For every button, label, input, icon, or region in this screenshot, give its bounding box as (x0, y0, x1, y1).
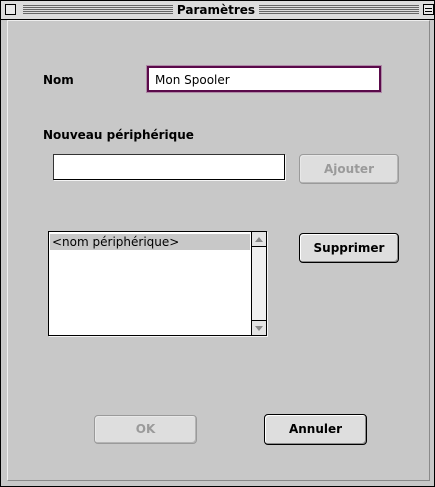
new-device-label: Nouveau périphérique (43, 128, 194, 142)
list-item[interactable]: <nom périphérique> (50, 234, 250, 250)
title-bar-stripes-left (23, 5, 173, 14)
add-button[interactable]: Ajouter (299, 154, 399, 184)
title-bar-stripes-right (259, 5, 419, 14)
name-field[interactable]: Mon Spooler (146, 65, 382, 93)
list-scrollbar[interactable] (251, 232, 266, 335)
title-bar[interactable]: Paramètres (1, 1, 434, 20)
zoom-box-icon[interactable] (423, 4, 434, 15)
window-title: Paramètres (173, 2, 259, 18)
arrow-down-icon[interactable] (252, 320, 266, 335)
ok-button[interactable]: OK (94, 415, 197, 444)
remove-button[interactable]: Supprimer (299, 233, 399, 263)
cancel-button[interactable]: Annuler (264, 414, 367, 445)
arrow-up-icon[interactable] (252, 232, 266, 247)
new-device-field[interactable] (53, 154, 285, 180)
device-list[interactable]: <nom périphérique> (48, 231, 267, 336)
dialog-window: Paramètres Nom Mon Spooler Nouveau périp… (0, 0, 435, 487)
close-box-icon[interactable] (5, 4, 16, 15)
name-label: Nom (43, 73, 74, 87)
